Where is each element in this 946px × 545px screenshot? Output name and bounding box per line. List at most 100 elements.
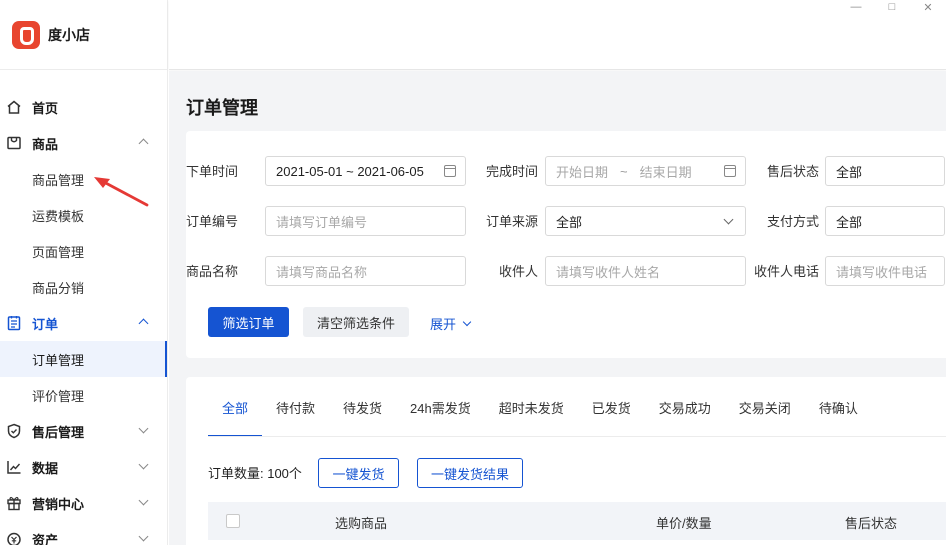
tab-pending-shipment[interactable]: 待发货 [343,377,382,437]
calendar-icon [724,165,736,177]
select-all-checkbox[interactable] [226,514,240,528]
sidebar-subitem-product-distribution[interactable]: 商品分销 [0,269,167,305]
range-separator: ~ [620,163,628,179]
chevron-up-icon [138,138,149,149]
tab-shipped[interactable]: 已发货 [592,377,631,437]
tab-all[interactable]: 全部 [207,377,263,437]
expand-label: 展开 [430,317,457,332]
sidebar-item-label: 营销中心 [32,496,85,512]
sidebar-item-data[interactable]: 数据 [0,449,167,485]
order-source-value: 全部 [556,214,583,230]
finish-time-label: 完成时间 [485,164,538,179]
one-click-ship-result-button[interactable]: 一键发货结果 [417,458,523,488]
column-header-after-sale: 售后状态 [845,516,898,531]
product-name-placeholder: 请填写商品名称 [276,264,368,280]
chevron-up-icon [138,318,149,329]
order-time-value: 2021-05-01 ~ 2021-06-05 [276,163,424,179]
sidebar-subitem-page-manage[interactable]: 页面管理 [0,233,167,269]
tabs-divider [208,436,946,437]
product-name-input[interactable]: 请填写商品名称 [265,256,466,286]
chevron-down-icon [138,495,149,506]
order-time-range-picker[interactable]: 2021-05-01 ~ 2021-06-05 [265,156,466,186]
close-button[interactable]: ✕ [910,0,946,14]
sidebar-item-label: 资产 [32,532,59,545]
finish-time-range-picker[interactable]: 开始日期 ~ 结束日期 [545,156,746,186]
shield-check-icon [6,423,22,439]
chart-line-icon [6,459,22,475]
top-header [169,0,946,70]
filter-orders-button[interactable]: 筛选订单 [208,307,289,337]
receiver-phone-placeholder: 请填写收件电话 [836,264,928,280]
sidebar-item-assets[interactable]: 资产 [0,521,167,545]
sidebar-item-label: 首页 [32,100,59,116]
chevron-down-icon [138,423,149,434]
after-sale-status-label: 售后状态 [766,164,819,179]
sidebar-subitem-review-manage[interactable]: 评价管理 [0,377,167,413]
chevron-down-icon [723,214,734,225]
order-time-label: 下单时间 [185,164,238,179]
tab-pending-payment[interactable]: 待付款 [276,377,315,437]
brand: 度小店 [0,0,167,70]
tab-overdue-unshipped[interactable]: 超时未发货 [499,377,564,437]
home-icon [6,99,22,115]
sidebar-item-products[interactable]: 商品 [0,125,167,161]
page-title: 订单管理 [186,98,258,118]
asset-icon [6,531,22,545]
main-content: 订单管理 下单时间 2021-05-01 ~ 2021-06-05 完成时间 开… [169,71,946,545]
sidebar-item-label: 商品 [32,136,59,152]
sidebar-item-label: 售后管理 [32,424,85,440]
sidebar-item-orders[interactable]: 订单 [0,305,167,341]
expand-toggle[interactable]: 展开 [430,314,472,333]
tab-trade-success[interactable]: 交易成功 [659,377,711,437]
tab-trade-closed[interactable]: 交易关闭 [739,377,791,437]
maximize-button[interactable]: □ [874,0,910,14]
app-name: 度小店 [48,26,90,43]
window-controls: — □ ✕ [838,0,946,18]
receiver-placeholder: 请填写收件人姓名 [556,264,661,280]
tab-ship-within-24h[interactable]: 24h需发货 [410,377,471,437]
sidebar-item-home[interactable]: 首页 [0,89,167,125]
gift-icon [6,495,22,511]
order-table-header: 选购商品 单价/数量 售后状态 [208,502,946,540]
column-header-price-qty: 单价/数量 [656,516,712,531]
receiver-phone-label: 收件人电话 [753,264,819,279]
sidebar-subitem-order-manage[interactable]: 订单管理 [0,341,167,377]
order-no-input[interactable]: 请填写订单编号 [265,206,466,236]
clear-filters-button[interactable]: 清空筛选条件 [303,307,409,337]
pay-method-value: 全部 [836,214,863,230]
order-no-label: 订单编号 [185,214,238,229]
order-count: 订单数量: 100个 [208,466,302,481]
pay-method-select[interactable]: 全部 [825,206,945,236]
order-list-icon [6,315,22,331]
receiver-phone-input[interactable]: 请填写收件电话 [825,256,945,286]
chevron-down-icon [138,531,149,542]
calendar-icon [444,165,456,177]
order-source-label: 订单来源 [485,214,538,229]
order-status-tabs: 全部 待付款 待发货 24h需发货 超时未发货 已发货 交易成功 交易关闭 待确… [207,377,858,437]
finish-start-placeholder: 开始日期 [556,164,609,180]
filter-panel: 下单时间 2021-05-01 ~ 2021-06-05 完成时间 开始日期 ~… [186,131,946,358]
sidebar-item-after-sale[interactable]: 售后管理 [0,413,167,449]
app-logo-icon [12,20,40,49]
order-no-placeholder: 请填写订单编号 [276,214,368,230]
minimize-button[interactable]: — [838,0,874,14]
pay-method-label: 支付方式 [766,214,819,229]
order-source-select[interactable]: 全部 [545,206,746,236]
annotation-arrow [94,177,149,207]
sidebar-item-marketing[interactable]: 营销中心 [0,485,167,521]
chevron-down-icon [462,317,472,327]
order-list-panel: 全部 待付款 待发货 24h需发货 超时未发货 已发货 交易成功 交易关闭 待确… [186,377,946,545]
chevron-down-icon [138,459,149,470]
sidebar-nav: 首页 商品 商品管理 运费模板 页面管理 商品分销 订单 订单管理 评价管理 售… [0,70,167,545]
receiver-label: 收件人 [498,264,538,279]
product-name-label: 商品名称 [185,264,238,279]
receiver-input[interactable]: 请填写收件人姓名 [545,256,746,286]
one-click-ship-button[interactable]: 一键发货 [318,458,399,488]
sidebar-item-label: 数据 [32,460,59,476]
sidebar: 度小店 首页 商品 商品管理 运费模板 页面管理 商品分销 订单 订单管理 评价… [0,0,168,545]
after-sale-status-select[interactable]: 全部 [825,156,945,186]
finish-end-placeholder: 结束日期 [639,164,692,180]
sidebar-item-label: 订单 [32,316,59,332]
tab-to-confirm[interactable]: 待确认 [819,377,858,437]
after-sale-status-value: 全部 [836,164,863,180]
